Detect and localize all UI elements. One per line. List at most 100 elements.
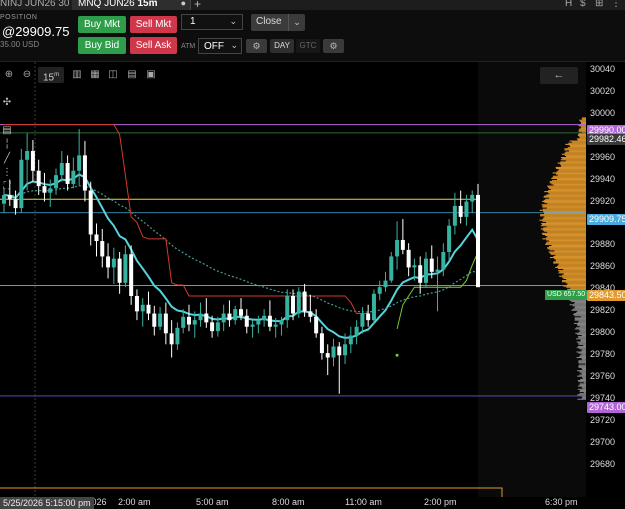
candle-body	[94, 234, 99, 242]
timeframe-button[interactable]: 15m	[38, 67, 64, 83]
candle-body	[123, 254, 128, 283]
more-icon[interactable]: ⋮	[611, 0, 621, 9]
profile-bar	[570, 287, 586, 289]
chevron-down-icon[interactable]: ⌄	[288, 14, 305, 31]
profile-bar	[573, 303, 586, 305]
candle-body	[233, 309, 238, 321]
atm-select[interactable]: OFF ⌄	[198, 38, 242, 54]
profile-bar	[555, 166, 586, 169]
tab-interval: 15	[137, 0, 149, 9]
profile-bar	[578, 352, 586, 354]
buy-bid-button[interactable]: Buy Bid	[78, 37, 126, 54]
close-position-button[interactable]: Close ⌄	[251, 14, 305, 31]
chevron-down-icon: ⌄	[230, 40, 238, 50]
profile-bar	[549, 181, 586, 183]
candle-body	[198, 313, 203, 321]
zoom-out-icon[interactable]: ⊖	[20, 68, 34, 82]
profile-bar	[546, 226, 586, 228]
profile-bar	[570, 146, 586, 148]
tab-previous[interactable]: NINJ JUN26 30	[0, 0, 69, 9]
crosshair-icon[interactable]: ✣	[0, 96, 14, 110]
snapshot-icon[interactable]: ▣	[144, 68, 158, 82]
profile-bar	[569, 140, 586, 142]
candle-body	[117, 258, 122, 283]
profile-bar	[553, 255, 586, 257]
drawing-tools-icon[interactable]: ▤	[0, 124, 14, 138]
y-tick-label: 30000	[590, 107, 616, 118]
profile-bar	[549, 193, 586, 195]
indicators-icon[interactable]: ▦	[88, 68, 102, 82]
profile-bar	[577, 385, 586, 387]
crosshair-date-label: 5/25/2026 5:15:00 pm	[0, 497, 94, 509]
profile-bar	[562, 280, 586, 282]
sell-ask-button[interactable]: Sell Ask	[130, 37, 177, 54]
profile-bar	[550, 253, 586, 255]
profile-bar	[558, 270, 586, 272]
candle-body	[360, 313, 365, 327]
x-tick-label: 8:00 am	[272, 497, 305, 507]
candle-body	[279, 320, 284, 325]
profile-bar	[548, 245, 586, 248]
profile-bar	[542, 220, 586, 222]
profile-bar	[547, 248, 586, 250]
profile-bar	[578, 320, 586, 322]
grid-icon[interactable]: ⊞	[595, 0, 603, 9]
profile-bar	[565, 151, 586, 153]
settings-icon[interactable]: ⚙	[246, 39, 267, 53]
h-icon[interactable]: H	[565, 0, 572, 9]
profile-bar	[577, 345, 586, 348]
profile-bar	[571, 309, 586, 311]
tif-settings-icon[interactable]: ⚙	[323, 39, 344, 53]
profile-bar	[567, 283, 586, 285]
template-icon[interactable]: ▤	[125, 68, 139, 82]
profile-bar	[547, 231, 586, 233]
candle-body	[470, 194, 475, 202]
line-tool-icon[interactable]: ╎	[0, 138, 14, 152]
candle-body	[371, 293, 376, 321]
x-tick-label: 6:30 pm	[545, 497, 578, 507]
y-tick-label: 29700	[590, 437, 616, 448]
profile-bar	[564, 149, 586, 151]
profile-bar	[542, 218, 586, 220]
candle-body	[314, 316, 319, 334]
candle-body	[441, 252, 446, 270]
tab-active[interactable]: MNQ JUN26 15m ●	[72, 0, 191, 10]
position-pnl: 35.00 USD	[0, 40, 40, 49]
profile-bar	[567, 147, 586, 149]
profile-bar	[566, 155, 586, 158]
profile-bar	[554, 250, 586, 252]
pen-tool-icon[interactable]: ╱	[0, 152, 14, 166]
y-tick-label: 29760	[590, 371, 616, 382]
quantity-select[interactable]: 1 ⌄	[181, 14, 243, 30]
magnet-icon[interactable]: ⋮	[0, 166, 14, 180]
sell-market-button[interactable]: Sell Mkt	[130, 16, 177, 33]
tab-close-icon[interactable]: ●	[181, 0, 186, 8]
zoom-in-icon[interactable]: ⊕	[2, 68, 16, 82]
candle-body	[169, 333, 174, 345]
dollar-icon[interactable]: $	[580, 0, 586, 9]
profile-bar	[562, 158, 586, 160]
profile-bar	[546, 221, 586, 223]
profile-bar	[550, 188, 586, 190]
candle-body	[244, 315, 249, 327]
lock-icon[interactable]: ⛶	[0, 180, 14, 194]
tif-gtc-button[interactable]: GTC	[296, 39, 320, 53]
profile-bar	[560, 159, 586, 161]
compare-icon[interactable]: ◫	[106, 68, 120, 82]
back-button[interactable]: ←	[540, 67, 578, 84]
profile-bar	[543, 227, 586, 229]
candle-body	[77, 155, 82, 171]
profile-bar	[579, 348, 586, 350]
buy-market-button[interactable]: Buy Mkt	[78, 16, 126, 33]
profile-bar	[546, 194, 586, 196]
candle-body	[215, 322, 220, 332]
profile-bar	[572, 308, 586, 310]
profile-bar	[561, 281, 586, 283]
profile-bar	[541, 222, 586, 225]
tif-day-button[interactable]: DAY	[270, 39, 294, 53]
candle-body	[423, 258, 428, 283]
candle-body	[192, 320, 197, 325]
candle-body	[106, 256, 111, 268]
chart-type-icon[interactable]: ▥	[70, 68, 84, 82]
profile-bar	[564, 148, 586, 150]
